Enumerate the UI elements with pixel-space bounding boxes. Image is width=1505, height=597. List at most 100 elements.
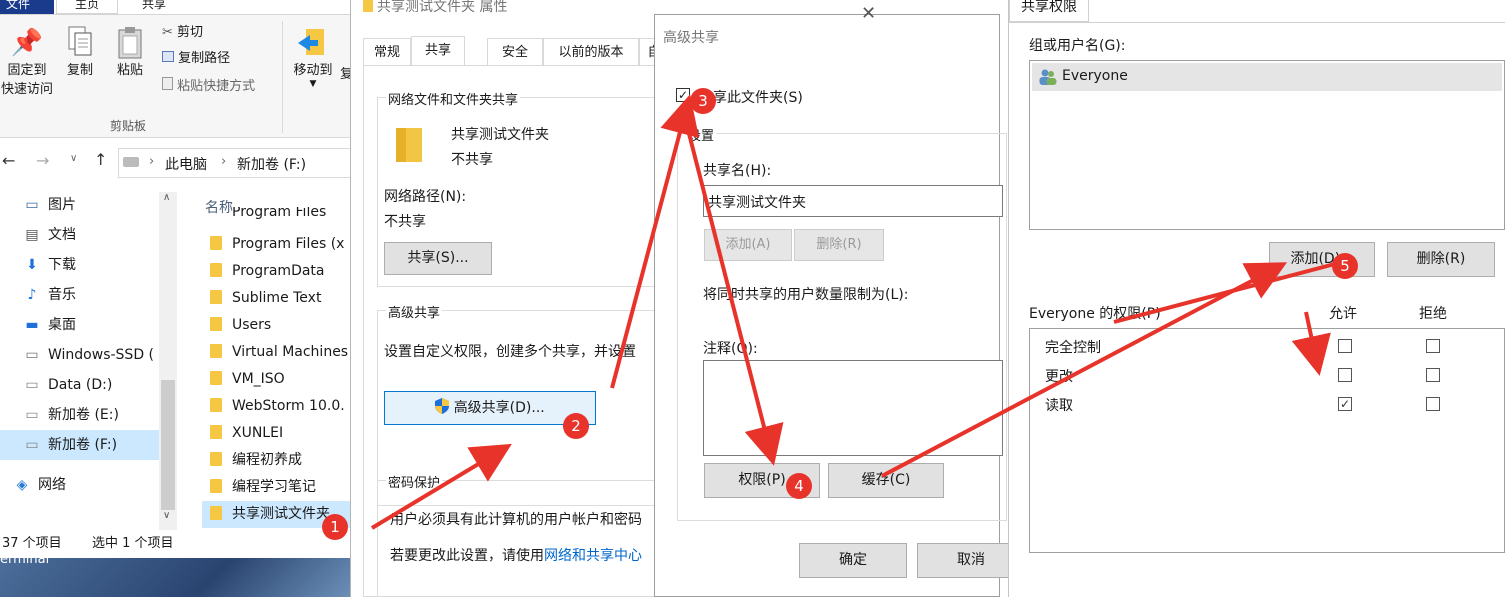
drive-icon: ▭ (25, 437, 39, 453)
sidebar-item-label: 下载 (48, 257, 76, 273)
change-setting-text: 若要更改此设置，请使用网络和共享中心 (390, 545, 642, 565)
permission-deny-checkbox[interactable] (1426, 339, 1440, 353)
paste-shortcut-button[interactable]: 粘贴快捷方式 (162, 77, 255, 95)
file-list-item[interactable]: Program Files (x (210, 231, 344, 258)
pin-label: 固定到 (7, 63, 47, 78)
breadcrumb-item-pc[interactable]: 此电脑 (165, 154, 207, 174)
file-list-item[interactable]: Users (210, 312, 271, 339)
file-item-partial[interactable]: Program Files (232, 207, 326, 219)
cut-button[interactable]: ✂ 剪切 (162, 25, 203, 41)
tab-share[interactable]: 共享 (124, 0, 184, 14)
file-name: 编程初养成 (232, 452, 302, 468)
paste-button[interactable]: 粘贴 (108, 25, 152, 80)
breadcrumb[interactable]: › 此电脑 › 新加卷 (F:) (118, 148, 350, 178)
copy-icon (60, 25, 100, 61)
status-bar: 37 个项目 选中 1 个项目 (0, 530, 350, 558)
back-arrow-icon[interactable]: ← (2, 151, 15, 170)
taskbar-label: erminal (0, 552, 50, 567)
permission-name: 读取 (1045, 398, 1073, 414)
sidebar-item[interactable]: ▭ 新加卷 (F:) (0, 430, 160, 460)
user-list[interactable]: Everyone (1029, 60, 1505, 230)
file-list-item[interactable]: VM_ISO (210, 366, 285, 393)
column-header-name[interactable]: 名称 (205, 197, 233, 217)
sidebar-item[interactable]: ▭ 新加卷 (E:) (22, 400, 119, 430)
move-dropdown-icon: ▼ (309, 79, 317, 89)
share-folder-checkbox[interactable]: ✓ (676, 88, 690, 102)
copy-path-button[interactable]: 复制路径 (162, 51, 230, 67)
remove-user-button[interactable]: 删除(R) (1387, 242, 1495, 277)
file-list-item[interactable]: Virtual Machines (210, 339, 348, 366)
permission-allow-checkbox[interactable]: ✓ (1338, 397, 1352, 411)
tab-sharing[interactable]: 共享 (411, 36, 465, 68)
file-name: 编程学习笔记 (232, 479, 316, 495)
copy-to-label[interactable]: 复 (340, 67, 350, 83)
sidebar-item-label: 文档 (48, 227, 76, 243)
permission-deny-checkbox[interactable] (1426, 368, 1440, 382)
sidebar-item[interactable]: ▭ Windows-SSD ( (22, 340, 154, 370)
share-name-input[interactable]: 共享测试文件夹 (703, 185, 1003, 217)
sidebar-item[interactable]: ▭ Data (D:) (22, 370, 112, 400)
folder-icon (210, 236, 222, 250)
folder-icon (210, 425, 222, 439)
share-button[interactable]: 共享(S)... (384, 242, 492, 275)
sidebar-item[interactable]: ♪ 音乐 (22, 280, 76, 310)
paste-label: 粘贴 (116, 63, 143, 78)
scroll-down-icon[interactable]: ∨ (163, 510, 170, 521)
file-list-item[interactable]: WebStorm 10.0. (210, 393, 345, 420)
file-list-item[interactable]: XUNLEI (210, 420, 283, 447)
network-sharing-center-link[interactable]: 网络和共享中心 (544, 548, 642, 564)
nav-scrollbar[interactable]: ∧ ∨ (159, 192, 177, 530)
caching-button[interactable]: 缓存(C) (828, 463, 944, 498)
sidebar-item[interactable]: ⬇ 下载 (22, 250, 76, 280)
tab-home[interactable]: 主页 (56, 0, 118, 14)
list-item-selected[interactable]: Everyone (1032, 63, 1502, 91)
move-to-button[interactable]: 移动到 ▼ (288, 25, 338, 89)
settings-group: 设置 共享名(H): 共享测试文件夹 添加(A) 删除(R) 将同时共享的用户数… (677, 125, 1007, 521)
ok-button[interactable]: 确定 (799, 543, 907, 578)
scroll-thumb[interactable] (161, 380, 175, 510)
drive-icon: ▭ (25, 377, 39, 393)
copy-button[interactable]: 复制 (60, 25, 100, 80)
file-list-item[interactable]: ProgramData (210, 258, 325, 285)
tab-share-permissions[interactable]: 共享权限 (1009, 0, 1089, 22)
permission-deny-checkbox[interactable] (1426, 397, 1440, 411)
file-list-item[interactable]: Sublime Text (210, 285, 321, 312)
pin-icon: 📌 (10, 28, 44, 58)
add-user-button[interactable]: 添加(D)... (1269, 242, 1375, 277)
permission-allow-checkbox[interactable] (1338, 368, 1352, 382)
sidebar-item[interactable]: ▬ 桌面 (22, 310, 76, 340)
sidebar-item[interactable]: ◈ 网络 (12, 470, 66, 500)
breadcrumb-item-drive[interactable]: 新加卷 (F:) (237, 154, 306, 174)
advanced-share-button-label: 高级共享(D)... (453, 400, 545, 416)
drive-icon (123, 157, 139, 167)
user-limit-label: 将同时共享的用户数量限制为(L): (703, 287, 909, 303)
tab-file[interactable]: 文件 (0, 0, 54, 14)
scroll-up-icon[interactable]: ∧ (163, 192, 170, 203)
file-name: VM_ISO (232, 371, 285, 387)
file-list-item[interactable]: 编程学习笔记 (210, 474, 316, 501)
file-list-item[interactable]: 编程初养成 (210, 447, 302, 474)
sidebar-item-label: 桌面 (48, 317, 76, 333)
comment-textarea[interactable] (703, 360, 1003, 456)
settings-group-label: 设置 (686, 125, 717, 144)
file-name: Sublime Text (232, 290, 322, 306)
sidebar-item[interactable]: ▤ 文档 (22, 220, 76, 250)
properties-title: 共享测试文件夹 属性 (377, 0, 508, 15)
add-share-button[interactable]: 添加(A) (704, 229, 792, 261)
change-setting-prefix: 若要更改此设置，请使用 (390, 548, 544, 564)
tab-security[interactable]: 安全 (487, 38, 543, 66)
tab-previous-versions[interactable]: 以前的版本 (543, 38, 639, 66)
pin-label2: 快速访问 (0, 82, 53, 97)
uac-shield-icon (435, 394, 450, 414)
recent-chevron-icon[interactable]: ∨ (70, 153, 77, 164)
close-icon[interactable]: ✕ (861, 3, 876, 24)
pin-quick-access-button[interactable]: 📌 固定到 快速访问 (0, 25, 54, 99)
remove-share-button[interactable]: 删除(R) (794, 229, 884, 261)
sidebar-item[interactable]: ▭ 图片 (22, 190, 76, 220)
folder-name: 共享测试文件夹 (451, 127, 549, 143)
forward-arrow-icon[interactable]: → (36, 151, 49, 170)
up-arrow-icon[interactable]: ↑ (94, 150, 107, 169)
permission-allow-checkbox[interactable] (1338, 339, 1352, 353)
file-name: Users (232, 317, 272, 333)
tab-general[interactable]: 常规 (363, 38, 411, 66)
